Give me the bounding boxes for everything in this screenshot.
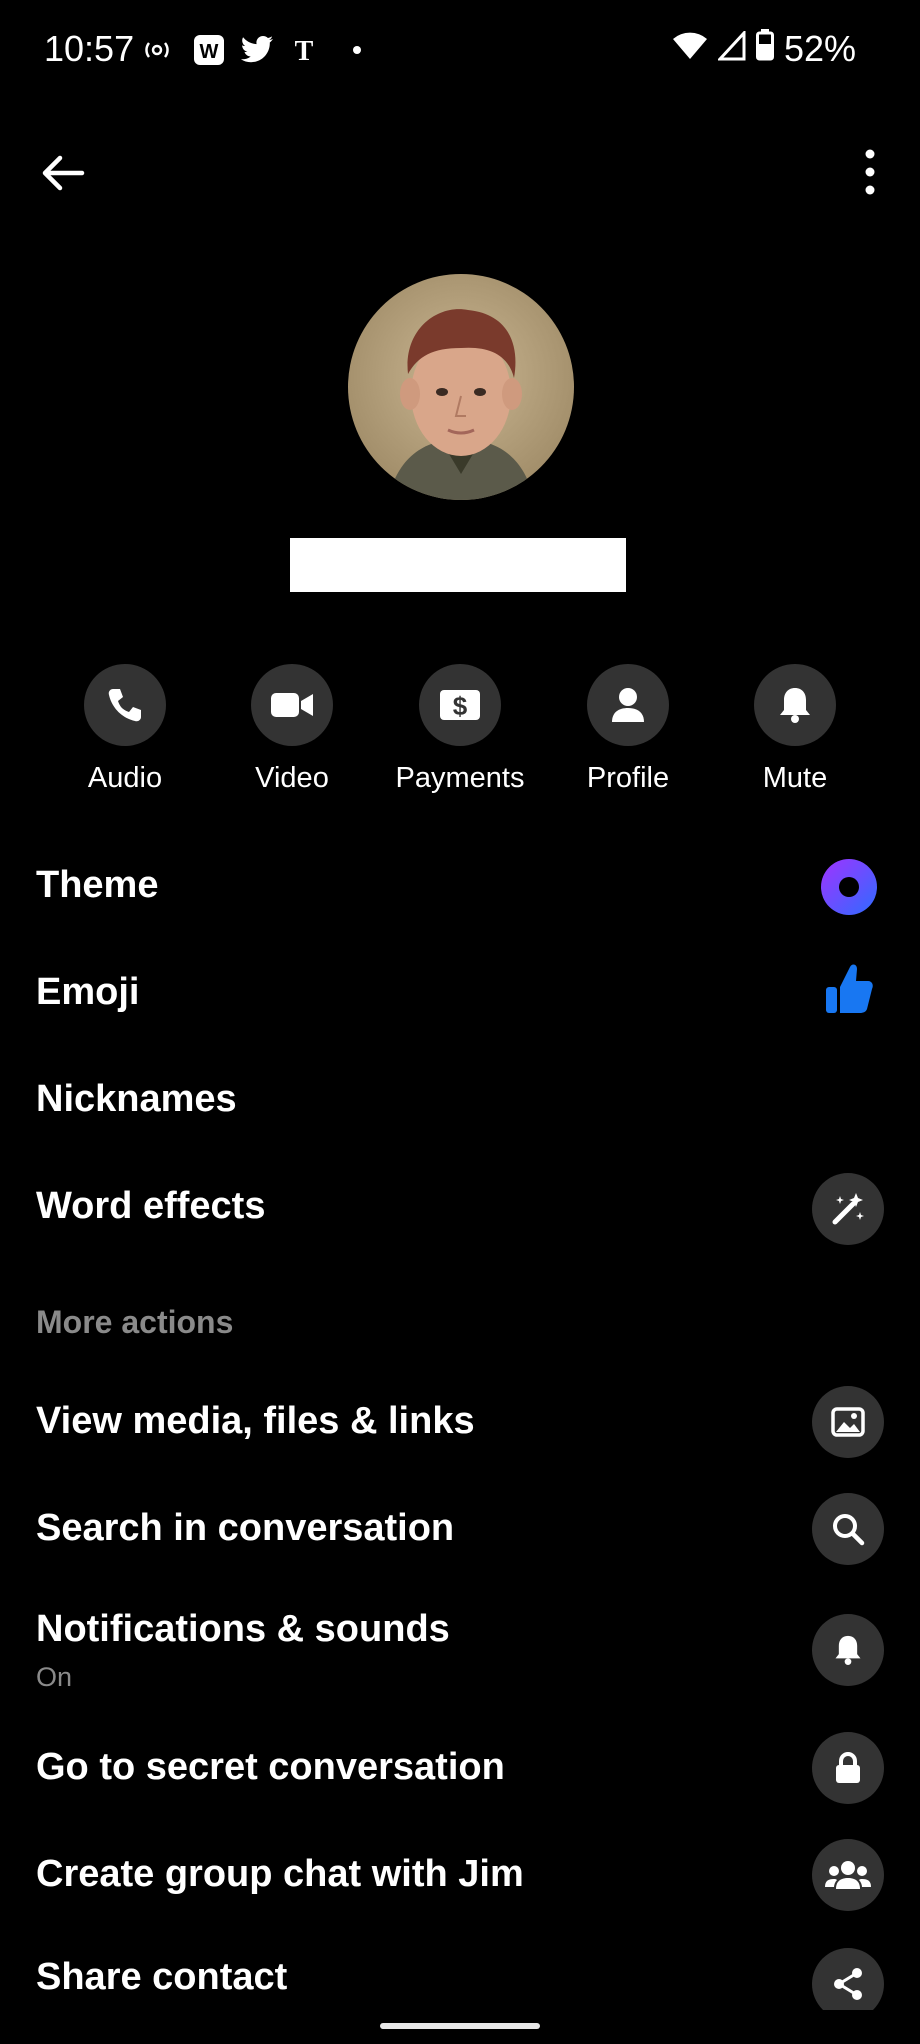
twitter-icon: [240, 30, 274, 70]
quick-actions: Audio Video $ Payments Profile Mute: [0, 664, 920, 804]
system-status: 52%: [672, 28, 856, 70]
payments-button[interactable]: $ Payments: [375, 664, 545, 795]
emoji-row[interactable]: Emoji: [0, 945, 920, 1045]
home-indicator[interactable]: [380, 2023, 540, 2029]
signal-icon: [716, 28, 746, 70]
create-group-label: Create group chat with Jim: [36, 1853, 524, 1895]
dot-icon: [352, 30, 362, 70]
w-app-icon: W: [193, 30, 225, 70]
share-icon: [812, 1948, 884, 2010]
thumbs-up-icon: [824, 961, 874, 1022]
phone-icon: [84, 664, 166, 746]
payments-label: Payments: [395, 762, 525, 794]
theme-row[interactable]: Theme: [0, 838, 920, 938]
audio-call-button[interactable]: Audio: [40, 664, 210, 795]
video-icon: [251, 664, 333, 746]
avatar[interactable]: [348, 274, 574, 500]
svg-text:$: $: [453, 691, 468, 721]
search-conversation-label: Search in conversation: [36, 1507, 455, 1549]
notifications-status: On: [36, 1662, 73, 1692]
more-options-button[interactable]: [860, 144, 880, 200]
share-contact-label: Share contact: [36, 1956, 288, 1998]
svg-text:T: T: [295, 36, 314, 66]
video-label: Video: [255, 762, 329, 794]
magic-wand-icon: [812, 1173, 884, 1245]
word-effects-row[interactable]: Word effects: [0, 1159, 920, 1259]
lock-icon: [812, 1732, 884, 1804]
battery-icon: [755, 28, 774, 70]
nicknames-row[interactable]: Nicknames: [0, 1052, 920, 1152]
profile-label: Profile: [586, 762, 670, 794]
secret-conversation-row[interactable]: Go to secret conversation: [0, 1720, 920, 1820]
notifications-label: Notifications & sounds: [36, 1608, 450, 1650]
battery-percent: 52%: [783, 28, 856, 69]
person-icon: [587, 664, 669, 746]
profile-button[interactable]: Profile: [543, 664, 713, 795]
back-button[interactable]: [38, 148, 88, 198]
word-effects-label: Word effects: [36, 1185, 266, 1227]
dollar-icon: $: [419, 664, 501, 746]
search-conversation-row[interactable]: Search in conversation: [0, 1479, 920, 1579]
nyt-icon: T: [290, 30, 318, 70]
mute-button[interactable]: Mute: [710, 664, 880, 795]
theme-swatch-icon: [820, 858, 878, 921]
view-media-label: View media, files & links: [36, 1400, 475, 1442]
view-media-row[interactable]: View media, files & links: [0, 1372, 920, 1472]
share-contact-row[interactable]: Share contact: [0, 1934, 920, 2010]
bell-icon: [754, 664, 836, 746]
image-icon: [812, 1386, 884, 1458]
arrow-left-icon: [42, 155, 85, 191]
more-vertical-icon: [865, 149, 875, 195]
radio-icon: [142, 30, 172, 70]
status-bar: 10:57 W T 52%: [0, 0, 920, 100]
name-redaction: [290, 538, 626, 592]
group-icon: [812, 1839, 884, 1911]
create-group-row[interactable]: Create group chat with Jim: [0, 1827, 920, 1927]
status-time: 10:57: [44, 28, 135, 69]
svg-text:W: W: [200, 41, 219, 63]
bell-icon: [812, 1614, 884, 1686]
audio-label: Audio: [87, 762, 163, 794]
more-actions-heading: More actions: [36, 1304, 234, 1340]
wifi-icon: [672, 28, 708, 70]
notifications-row[interactable]: Notifications & sounds On: [0, 1586, 920, 1706]
theme-label: Theme: [36, 864, 159, 906]
secret-conversation-label: Go to secret conversation: [36, 1746, 505, 1788]
video-call-button[interactable]: Video: [207, 664, 377, 795]
emoji-label: Emoji: [36, 971, 140, 1013]
search-icon: [812, 1493, 884, 1565]
mute-label: Mute: [762, 762, 828, 794]
top-bar: [0, 130, 920, 210]
nicknames-label: Nicknames: [36, 1078, 237, 1120]
